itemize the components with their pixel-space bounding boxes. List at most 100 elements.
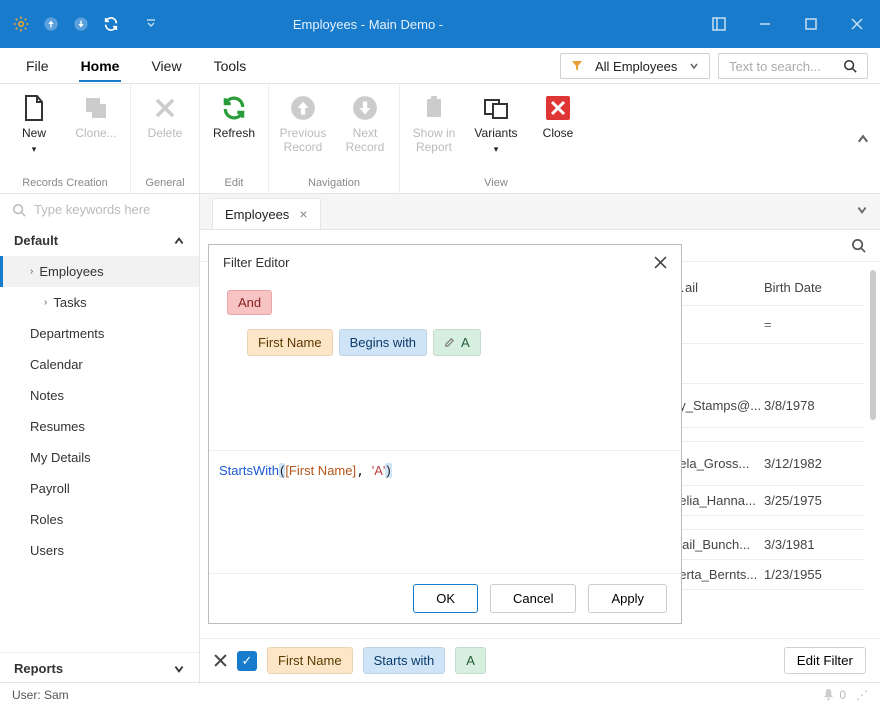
global-search-input[interactable]: Text to search... (718, 53, 868, 79)
chevron-down-icon: ▾ (32, 144, 37, 155)
sidebar-item-tasks[interactable]: › Tasks (0, 287, 199, 318)
grid-header-row: …ail Birth Date (668, 270, 864, 306)
variants-button[interactable]: Variants ▾ (468, 92, 524, 175)
apply-button[interactable]: Apply (588, 584, 667, 613)
edit-filter-button[interactable]: Edit Filter (784, 647, 866, 674)
expression-editor[interactable]: StartsWith([First Name], 'A') (209, 450, 681, 573)
ribbon-group-label: Records Creation (22, 177, 108, 189)
filter-dropdown[interactable]: All Employees (560, 53, 710, 79)
sidebar-section-reports[interactable]: Reports (0, 652, 199, 684)
filter-editor-dialog: Filter Editor And First Name Begins with… (208, 244, 682, 624)
delete-button[interactable]: Delete (137, 92, 193, 175)
filter-operator-pill[interactable]: Starts with (363, 647, 446, 674)
ribbon-group-label: General (145, 177, 184, 189)
sidebar-search-placeholder: Type keywords here (34, 202, 150, 217)
sidebar-item-my-details[interactable]: My Details (0, 442, 199, 473)
grid-columns-peek: …ail Birth Date = ny_Stamps@... 3/8/1978… (668, 270, 864, 590)
pencil-icon (444, 337, 455, 348)
chevron-down-icon (689, 61, 699, 71)
tab-employees[interactable]: Employees × (212, 198, 321, 229)
condition-operator[interactable]: Begins with (339, 329, 427, 356)
ribbon-group-label: Navigation (308, 177, 360, 189)
sidebar-item-resumes[interactable]: Resumes (0, 411, 199, 442)
ok-button[interactable]: OK (413, 584, 478, 613)
collapse-ribbon-icon[interactable] (856, 132, 870, 146)
minimize-button[interactable] (742, 0, 788, 48)
table-row[interactable]: berta_Bernts... 1/23/1955 (668, 560, 864, 590)
chevron-down-icon[interactable] (856, 204, 868, 216)
close-window-button[interactable] (834, 0, 880, 48)
group-operator-and[interactable]: And (227, 290, 272, 315)
clone-icon (82, 94, 110, 122)
next-record-button[interactable]: Next Record (337, 92, 393, 175)
filter-dropdown-label: All Employees (595, 59, 677, 74)
report-icon (420, 94, 448, 122)
sidebar-item-employees[interactable]: › Employees (0, 256, 199, 287)
search-icon[interactable] (851, 238, 866, 253)
search-icon (843, 59, 857, 73)
filter-bar: ✓ First Name Starts with A Edit Filter (200, 638, 880, 682)
sidebar-item-payroll[interactable]: Payroll (0, 473, 199, 504)
show-in-report-button[interactable]: Show in Report (406, 92, 462, 175)
new-document-icon (20, 94, 48, 122)
search-placeholder: Text to search... (729, 59, 843, 74)
dialog-title: Filter Editor (223, 255, 289, 270)
quick-access-dropdown-icon[interactable] (142, 15, 160, 33)
search-icon (12, 203, 26, 217)
gear-icon[interactable] (12, 15, 30, 33)
new-button[interactable]: New ▾ (6, 92, 62, 175)
tab-home[interactable]: Home (79, 50, 122, 82)
chevron-down-icon: ▾ (494, 144, 499, 155)
title-bar: Employees - Main Demo - (0, 0, 880, 48)
ribbon-group-label: Edit (225, 177, 244, 189)
maximize-button[interactable] (788, 0, 834, 48)
close-tab-icon[interactable]: × (299, 206, 307, 222)
table-row[interactable]: igail_Bunch... 3/3/1981 (668, 530, 864, 560)
sidebar-item-departments[interactable]: Departments (0, 318, 199, 349)
filter-operator-cell[interactable]: = (756, 317, 856, 332)
tab-view[interactable]: View (149, 50, 183, 82)
sidebar-section-default[interactable]: Default (0, 225, 199, 256)
clone-button[interactable]: Clone... (68, 92, 124, 175)
tab-file[interactable]: File (24, 50, 51, 82)
layout-icon[interactable] (696, 0, 742, 48)
window-title: Employees - Main Demo - (160, 17, 576, 32)
upload-circle-icon[interactable] (42, 15, 60, 33)
tab-tools[interactable]: Tools (212, 50, 249, 82)
sidebar-item-roles[interactable]: Roles (0, 504, 199, 535)
cancel-button[interactable]: Cancel (490, 584, 576, 613)
filter-enabled-checkbox[interactable]: ✓ (237, 651, 257, 671)
document-tabstrip: Employees × (200, 194, 880, 230)
chevron-up-icon (173, 235, 185, 247)
table-row[interactable]: gela_Gross... 3/12/1982 (668, 442, 864, 486)
close-dialog-icon[interactable] (654, 256, 667, 269)
table-row[interactable]: gelia_Hanna... 3/25/1975 (668, 486, 864, 516)
vertical-scrollbar[interactable] (870, 270, 876, 420)
resize-grip-icon[interactable]: ⋰ (856, 688, 868, 702)
condition-value[interactable]: A (433, 329, 481, 356)
funnel-icon (571, 60, 583, 72)
close-icon (544, 94, 572, 122)
sidebar-search-input[interactable]: Type keywords here (0, 194, 199, 225)
filter-field-pill[interactable]: First Name (267, 647, 353, 674)
refresh-quick-icon[interactable] (102, 15, 120, 33)
table-row[interactable]: ny_Stamps@... 3/8/1978 (668, 384, 864, 428)
download-circle-icon[interactable] (72, 15, 90, 33)
sidebar-item-calendar[interactable]: Calendar (0, 349, 199, 380)
clear-filter-icon[interactable] (214, 654, 227, 667)
column-header-birth-date[interactable]: Birth Date (756, 280, 856, 295)
delete-icon (151, 94, 179, 122)
sidebar-item-notes[interactable]: Notes (0, 380, 199, 411)
notifications-indicator[interactable]: 0 (822, 688, 846, 702)
filter-value-pill[interactable]: A (455, 647, 486, 674)
status-user: User: Sam (12, 688, 69, 702)
ribbon: New ▾ Clone... Records Creation Delete G… (0, 84, 880, 194)
previous-record-button[interactable]: Previous Record (275, 92, 331, 175)
grid-filter-row[interactable]: = (668, 306, 864, 344)
menu-row: File Home View Tools All Employees Text … (0, 48, 880, 84)
close-button[interactable]: Close (530, 92, 586, 175)
condition-field[interactable]: First Name (247, 329, 333, 356)
arrow-down-circle-icon (351, 94, 379, 122)
sidebar-item-users[interactable]: Users (0, 535, 199, 566)
refresh-button[interactable]: Refresh (206, 92, 262, 175)
